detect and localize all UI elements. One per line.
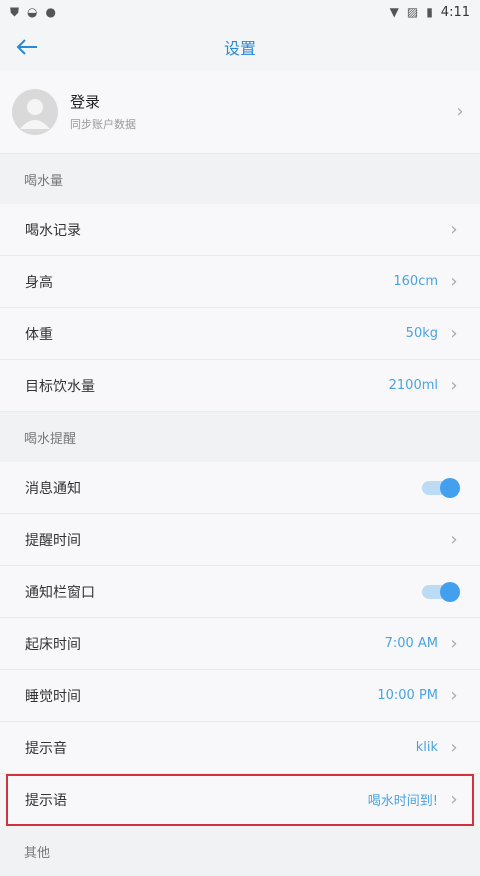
row-label: 消息通知 [25,480,81,497]
row-label: 提示语 [25,792,67,809]
wifi-icon: ▼ [389,5,399,19]
row-value: 2100ml [388,378,438,393]
chevron-right-icon: › [456,101,464,122]
row-value: 7:00 AM [384,636,438,651]
status-bar: ⛊ ◒ ● ▼ ▨ ▮ 4:11 [0,0,480,24]
chevron-right-icon: › [450,789,458,810]
row-value: 喝水时间到! [367,794,438,809]
water-drop-icon: ● [45,5,56,19]
row-label: 提醒时间 [25,532,81,549]
row-label: 目标饮水量 [25,378,95,395]
row-sound[interactable]: 提示音 klik › [0,722,480,774]
chevron-right-icon: › [450,271,458,292]
row-label: 喝水记录 [25,222,81,239]
section-header-water-amount: 喝水量 [0,154,480,204]
row-notification-bar: 通知栏窗口 [0,566,480,618]
row-label: 体重 [25,326,53,343]
water-drop-half-icon: ◒ [27,5,38,19]
row-reminder-time[interactable]: 提醒时间 › [0,514,480,566]
row-value: 10:00 PM [377,688,438,703]
row-drink-record[interactable]: 喝水记录 › [0,204,480,256]
section-header-reminder: 喝水提醒 [0,412,480,462]
row-sleep-time[interactable]: 睡觉时间 10:00 PM › [0,670,480,722]
row-value: klik [415,740,438,755]
section-header-other: 其他 [0,826,480,876]
notification-bar-toggle[interactable] [422,581,460,602]
chevron-right-icon: › [450,323,458,344]
avatar-icon [20,98,50,129]
row-label: 提示音 [25,740,67,757]
row-prompt-text[interactable]: 提示语 喝水时间到! › [6,774,474,826]
login-title: 登录 [70,93,101,111]
status-time: 4:11 [440,4,470,20]
back-button[interactable] [12,32,42,62]
chevron-right-icon: › [450,633,458,654]
row-target-intake[interactable]: 目标饮水量 2100ml › [0,360,480,412]
notification-toggle[interactable] [422,477,460,498]
row-label: 身高 [25,274,53,291]
login-row[interactable]: 登录 同步账户数据 › [0,70,480,154]
row-value: 160cm [393,274,438,289]
row-notification: 消息通知 [0,462,480,514]
row-height[interactable]: 身高 160cm › [0,256,480,308]
row-value: 50kg [405,326,438,341]
battery-icon: ▮ [426,5,433,19]
shield-icon: ⛊ [10,5,20,19]
top-app-bar: 设置 [0,24,480,70]
row-wake-time[interactable]: 起床时间 7:00 AM › [0,618,480,670]
page-title: 设置 [223,39,256,58]
avatar [12,88,58,135]
chevron-right-icon: › [450,529,458,550]
chevron-right-icon: › [450,737,458,758]
chevron-right-icon: › [450,219,458,240]
chevron-right-icon: › [450,375,458,396]
back-arrow-icon [16,39,37,55]
row-label: 通知栏窗口 [25,584,95,601]
row-label: 起床时间 [25,636,81,653]
chevron-right-icon: › [450,685,458,706]
row-label: 睡觉时间 [25,688,81,705]
no-sim-icon: ▨ [406,5,419,19]
login-subtitle: 同步账户数据 [70,118,136,131]
row-weight[interactable]: 体重 50kg › [0,308,480,360]
